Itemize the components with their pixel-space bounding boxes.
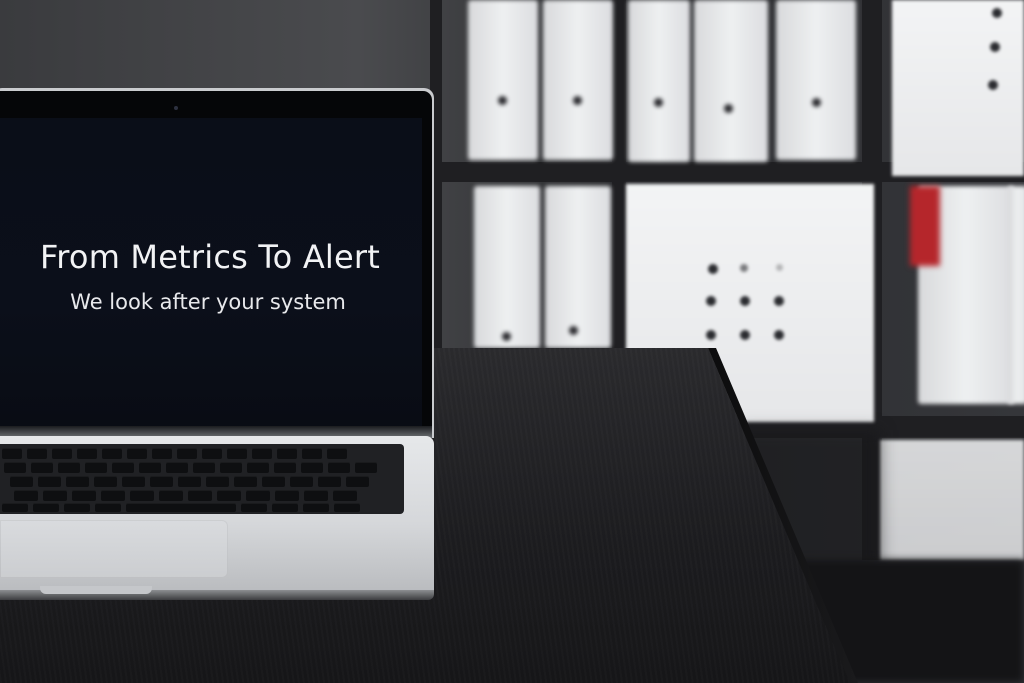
- keyboard-key: [346, 476, 369, 487]
- keyboard-key: [355, 462, 377, 473]
- keyboard-key: [275, 490, 299, 501]
- keyboard-key: [290, 476, 313, 487]
- keyboard-key: [303, 503, 329, 512]
- binder: [1008, 186, 1024, 404]
- keyboard-key: [95, 503, 121, 512]
- storage-box: [880, 440, 1024, 560]
- keyboard-key: [328, 462, 350, 473]
- keyboard-key: [217, 490, 241, 501]
- keyboard-key: [159, 490, 183, 501]
- keyboard-key: [333, 490, 357, 501]
- keyboard-key: [127, 448, 147, 459]
- keyboard-key: [122, 476, 145, 487]
- keyboard-key: [150, 476, 173, 487]
- keyboard-key: [64, 503, 90, 512]
- keyboard-key: [188, 490, 212, 501]
- binder: [468, 0, 538, 160]
- binder: [474, 186, 540, 348]
- keyboard-key: [33, 503, 59, 512]
- keyboard-key: [318, 476, 341, 487]
- hero-title: From Metrics To Alert: [39, 238, 380, 276]
- storage-box: [892, 0, 1024, 176]
- keyboard-key: [31, 462, 53, 473]
- keyboard-key: [2, 503, 28, 512]
- keyboard-key: [262, 476, 285, 487]
- binder: [776, 0, 856, 160]
- keyboard-key: [14, 490, 38, 501]
- keyboard-key: [304, 490, 328, 501]
- keyboard-key: [277, 448, 297, 459]
- keyboard-key: [4, 462, 26, 473]
- keyboard-key: [252, 448, 272, 459]
- keyboard-key: [234, 476, 257, 487]
- keyboard-key: [101, 490, 125, 501]
- keyboard: [0, 444, 404, 514]
- keyboard-key: [2, 448, 22, 459]
- keyboard-key: [166, 462, 188, 473]
- keyboard-key: [85, 462, 107, 473]
- keyboard-key: [72, 490, 96, 501]
- keyboard-key: [77, 448, 97, 459]
- keyboard-key: [66, 476, 89, 487]
- keyboard-key: [27, 448, 47, 459]
- keyboard-key: [246, 490, 270, 501]
- keyboard-key: [241, 503, 267, 512]
- keyboard-key: [152, 448, 172, 459]
- keyboard-key: [274, 462, 296, 473]
- keyboard-key: [206, 476, 229, 487]
- keyboard-key: [112, 462, 134, 473]
- keyboard-key: [272, 503, 298, 512]
- keyboard-key: [178, 476, 201, 487]
- keyboard-key: [302, 448, 322, 459]
- keyboard-key: [43, 490, 67, 501]
- hero-photo: From Metrics To Alert We look after your…: [0, 0, 1024, 683]
- keyboard-key: [94, 476, 117, 487]
- keyboard-key: [38, 476, 61, 487]
- webcam: [174, 106, 178, 110]
- keyboard-key: [301, 462, 323, 473]
- binder: [628, 0, 690, 162]
- keyboard-key: [227, 448, 247, 459]
- keyboard-key: [193, 462, 215, 473]
- lid-notch: [40, 586, 152, 594]
- binder: [545, 186, 611, 348]
- binder: [694, 0, 768, 162]
- keyboard-key: [334, 503, 360, 512]
- keyboard-key: [177, 448, 197, 459]
- keyboard-key: [58, 462, 80, 473]
- keyboard-key: [10, 476, 33, 487]
- keyboard-key: [102, 448, 122, 459]
- keyboard-key: [247, 462, 269, 473]
- keyboard-key: [52, 448, 72, 459]
- keyboard-key: [139, 462, 161, 473]
- keyboard-key: [202, 448, 222, 459]
- trackpad: [0, 520, 228, 578]
- keyboard-key: [126, 503, 236, 512]
- keyboard-key: [130, 490, 154, 501]
- red-binder: [910, 186, 940, 266]
- binder: [543, 0, 613, 160]
- keyboard-key: [220, 462, 242, 473]
- hero-subtitle: We look after your system: [70, 290, 346, 314]
- keyboard-key: [327, 448, 347, 459]
